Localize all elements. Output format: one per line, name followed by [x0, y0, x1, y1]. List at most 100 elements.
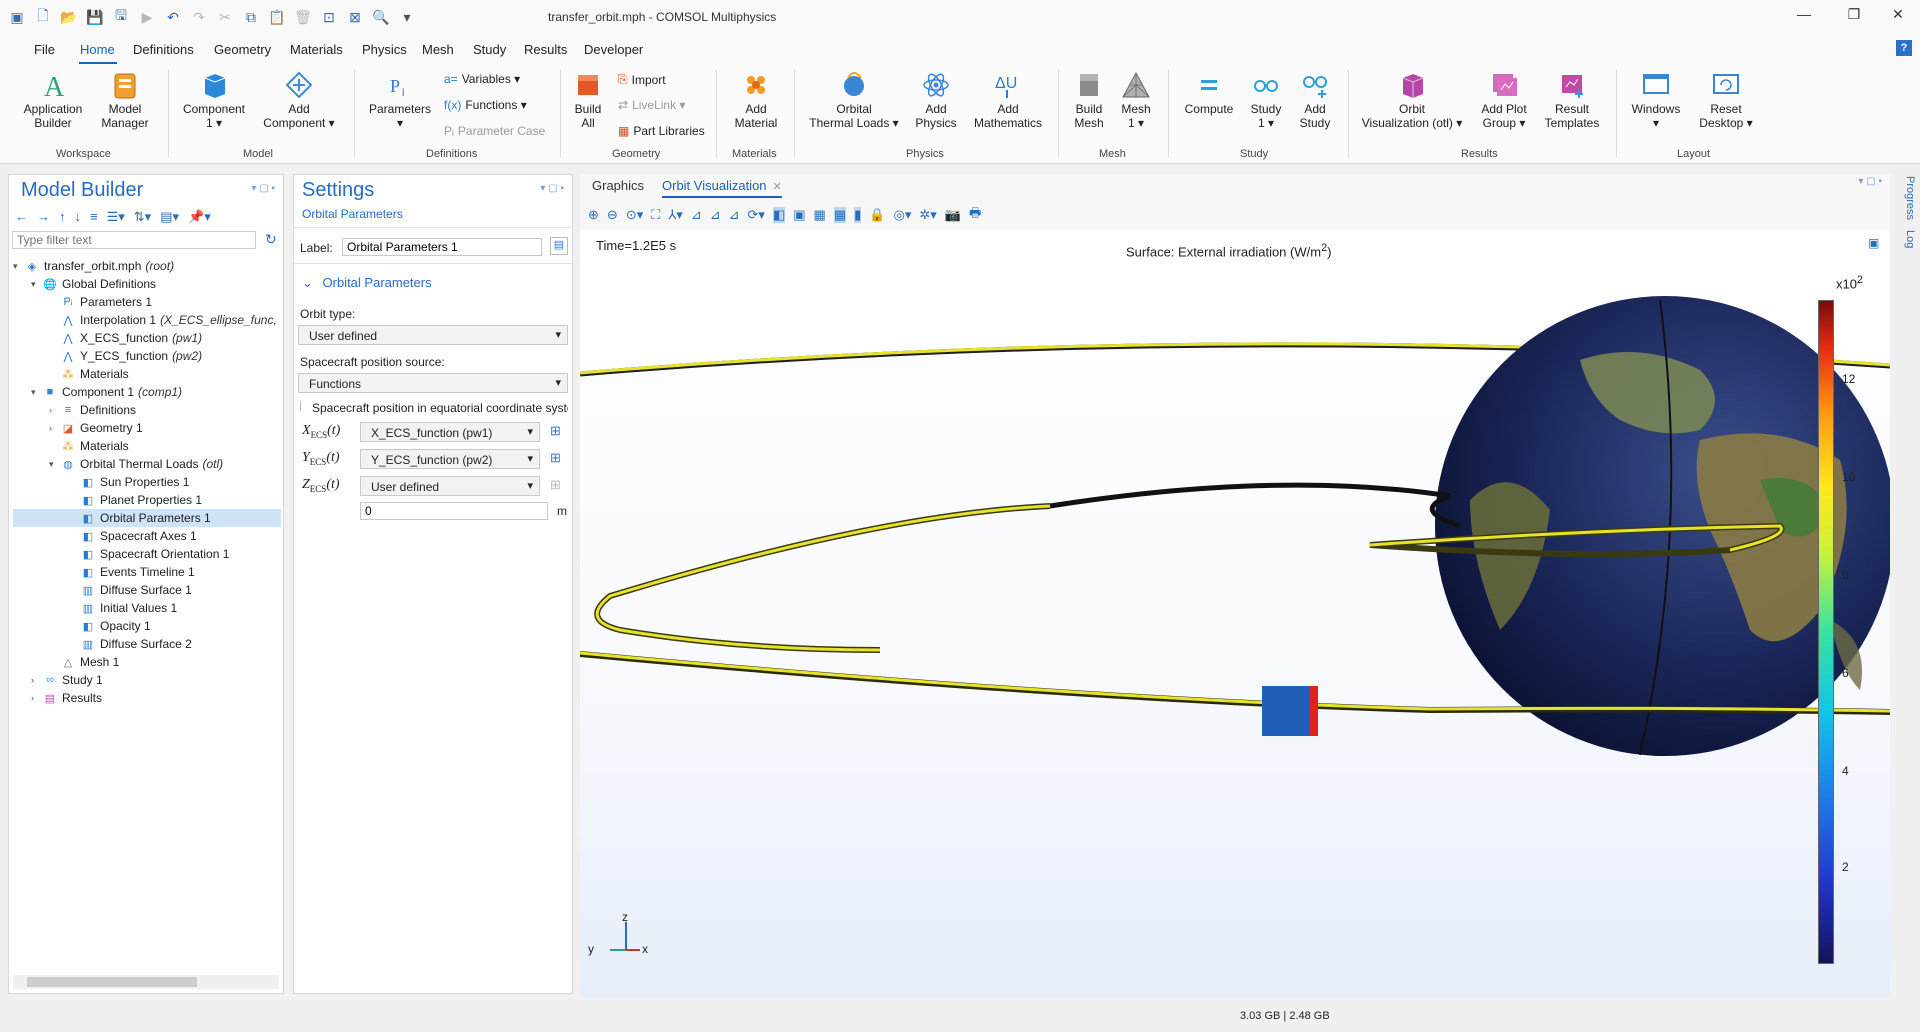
menu-mesh[interactable]: Mesh	[422, 42, 454, 57]
tree-node-initial-values[interactable]: ▥ Initial Values 1	[81, 599, 177, 617]
menu-results[interactable]: Results	[524, 42, 567, 57]
add-study-button[interactable]: Add Study	[1290, 70, 1340, 130]
windows-button[interactable]: Windows ▾	[1624, 70, 1688, 130]
x-ecs-select[interactable]: X_ECS_function (pw1)	[360, 422, 540, 442]
undo-icon[interactable]: ↶	[162, 6, 184, 28]
livelink-button[interactable]: ⇄ LiveLink ▾	[618, 98, 685, 112]
reset-desktop-button[interactable]: Reset Desktop ▾	[1694, 70, 1758, 130]
tree-node-global-definitions[interactable]: ▾ 🌐 Global Definitions	[31, 275, 156, 293]
graphics-canvas[interactable]: Time=1.2E5 s Surface: External irradiati…	[580, 230, 1890, 998]
move-down-icon[interactable]: ↓	[75, 209, 82, 225]
tree-node-component[interactable]: ▾ ■ Component 1 (comp1)	[31, 383, 182, 401]
wireframe-icon[interactable]: ▦	[814, 207, 826, 223]
find-icon[interactable]: 🔍	[370, 6, 392, 28]
variables-button[interactable]: a= Variables ▾	[444, 72, 520, 86]
menu-materials[interactable]: Materials	[290, 42, 343, 57]
tree-node-sun-properties[interactable]: ◧ Sun Properties 1	[81, 473, 190, 491]
tree-node-parameters[interactable]: Pᵢ Parameters 1	[61, 293, 152, 311]
tree-node-spacecraft-axes[interactable]: ◧ Spacecraft Axes 1	[81, 527, 197, 545]
rotate-icon[interactable]: ⟳▾	[748, 207, 765, 223]
tree-node-y-ecs-function[interactable]: ⋀ Y_ECS_function (pw2)	[61, 347, 202, 365]
application-builder-button[interactable]: A Application Builder	[18, 70, 88, 130]
run-icon[interactable]: ▶	[136, 6, 158, 28]
label-input[interactable]	[342, 238, 542, 256]
select-icon[interactable]: ◎▾	[893, 207, 911, 223]
functions-button[interactable]: f(x) Functions ▾	[444, 98, 527, 112]
menu-home[interactable]: Home	[80, 42, 115, 57]
parameter-case-button[interactable]: Pᵢ Parameter Case	[444, 124, 545, 138]
tree-node-materials[interactable]: ⁂ Materials	[61, 437, 129, 455]
add-mathematics-button[interactable]: ΔU Add Mathematics	[966, 70, 1050, 130]
scene-light-icon[interactable]: ◧	[772, 207, 786, 223]
model-manager-button[interactable]: Model Manager	[92, 70, 158, 130]
part-libraries-button[interactable]: ▦ Part Libraries	[618, 124, 705, 138]
build-mesh-button[interactable]: Build Mesh	[1066, 70, 1112, 130]
tree-node-orbital-parameters[interactable]: ◧ Orbital Parameters 1	[13, 509, 281, 527]
section-orbital-parameters[interactable]: ⌄ Orbital Parameters	[302, 275, 432, 291]
minimize-button[interactable]: —	[1784, 6, 1824, 28]
menu-developer[interactable]: Developer	[584, 42, 643, 57]
tree-filter-input[interactable]	[12, 231, 256, 249]
tree-node-results[interactable]: › ▤ Results	[31, 689, 102, 707]
parameters-button[interactable]: Pi Parameters ▾	[362, 70, 438, 130]
goto-source-icon[interactable]: ⊞	[550, 450, 561, 466]
save-as-icon[interactable]: 🖫	[110, 6, 132, 28]
print-icon[interactable]: 🖶	[969, 204, 981, 226]
camera-icon[interactable]: 📷	[945, 207, 961, 223]
tree-node-definitions[interactable]: › ≡ Definitions	[49, 401, 136, 419]
maximize-button[interactable]: ❐	[1834, 6, 1874, 28]
close-tab-icon[interactable]: ✕	[773, 181, 782, 193]
show-icon[interactable]: ≡	[90, 209, 98, 225]
tree-node-diffuse-surface-2[interactable]: ▥ Diffuse Surface 2	[81, 635, 192, 653]
compute-button[interactable]: Compute	[1176, 70, 1242, 116]
zoom-in-icon[interactable]: ⊕	[588, 207, 599, 223]
pane-controls-icon[interactable]: ▾ ▢ ▪	[1858, 176, 1882, 187]
menu-file[interactable]: File	[34, 42, 55, 57]
tree-node-diffuse-surface-1[interactable]: ▥ Diffuse Surface 1	[81, 581, 192, 599]
scrollbar-thumb[interactable]	[27, 977, 197, 987]
tab-graphics[interactable]: Graphics	[592, 178, 644, 193]
delete-icon[interactable]: 🗑	[292, 6, 314, 28]
tree-node-global-materials[interactable]: ⁂ Materials	[61, 365, 129, 383]
side-tab-log[interactable]: Log	[1896, 230, 1916, 260]
view-zx-icon[interactable]: ⊿	[729, 207, 740, 223]
tree-node-opacity[interactable]: ◧ Opacity 1	[81, 617, 151, 635]
plot-settings-icon[interactable]: ▣	[1868, 236, 1879, 250]
lock-icon[interactable]: 🔒	[869, 207, 885, 223]
goto-source-icon[interactable]: ⊞	[550, 477, 561, 493]
zoom-box-icon[interactable]: ⊙▾	[626, 207, 643, 223]
add-physics-button[interactable]: Add Physics	[908, 70, 964, 130]
back-icon[interactable]: ←	[15, 209, 28, 225]
menu-definitions[interactable]: Definitions	[133, 42, 194, 57]
goto-source-icon[interactable]: ⊞	[550, 423, 561, 439]
mesh-1-button[interactable]: Mesh 1 ▾	[1114, 70, 1158, 130]
orbit-type-select[interactable]: User defined	[298, 325, 568, 345]
tree-node-orbital-thermal-loads[interactable]: ▾ ◍ Orbital Thermal Loads (otl)	[49, 455, 223, 473]
redo-icon[interactable]: ↷	[188, 6, 210, 28]
select-icon[interactable]: ⊡	[318, 6, 340, 28]
menu-physics[interactable]: Physics	[362, 42, 407, 57]
tree-node-planet-properties[interactable]: ◧ Planet Properties 1	[81, 491, 202, 509]
horizontal-scrollbar[interactable]	[13, 975, 279, 989]
tab-orbit-visualization[interactable]: Orbit Visualization ✕	[662, 178, 782, 193]
paste-icon[interactable]: 📋	[266, 6, 288, 28]
tree-node-mesh[interactable]: △ Mesh 1	[61, 653, 120, 671]
copy-icon[interactable]: ⧉	[240, 6, 262, 28]
app-icon[interactable]: ▣	[6, 6, 28, 28]
new-file-icon[interactable]: 🗋	[32, 6, 54, 28]
deselect-icon[interactable]: ⊠	[344, 6, 366, 28]
y-ecs-select[interactable]: Y_ECS_function (pw2)	[360, 449, 540, 469]
add-plot-group-button[interactable]: Add Plot Group ▾	[1472, 70, 1536, 130]
collapse-icon[interactable]: ▤▾	[160, 209, 179, 225]
add-material-button[interactable]: Add Material	[724, 70, 788, 130]
orbital-thermal-loads-button[interactable]: Orbital Thermal Loads ▾	[802, 70, 906, 130]
transparency-icon[interactable]: ▣	[793, 207, 805, 223]
open-file-icon[interactable]: 📂	[58, 6, 80, 28]
component-button[interactable]: Component 1 ▾	[176, 70, 252, 130]
save-icon[interactable]: 💾	[84, 6, 106, 28]
customize-icon[interactable]: ▾	[396, 6, 418, 28]
render-icon[interactable]: ▮	[854, 207, 862, 223]
view-yz-icon[interactable]: ⊿	[710, 207, 721, 223]
pane-controls-icon[interactable]: ▾ ▢ ▪	[251, 183, 275, 194]
build-all-button[interactable]: Build All	[568, 70, 608, 130]
